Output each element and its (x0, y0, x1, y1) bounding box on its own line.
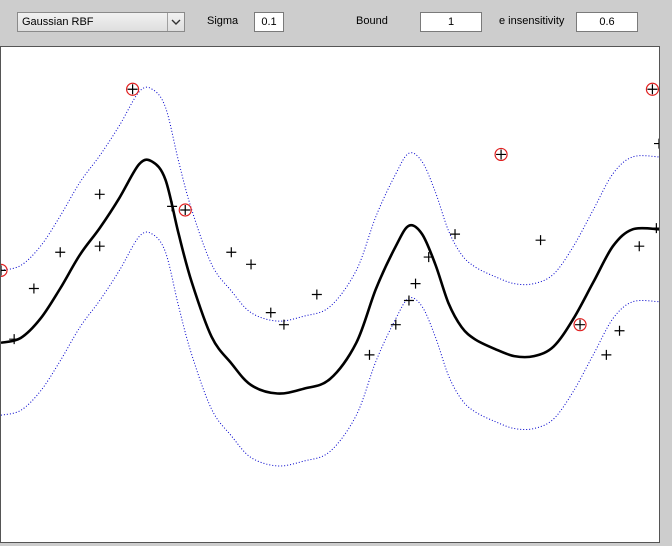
data-point (601, 349, 612, 360)
data-point (364, 349, 375, 360)
data-point-marker (127, 84, 138, 95)
data-point-marker (601, 349, 612, 360)
data-point-marker (403, 295, 414, 306)
sigma-label: Sigma (207, 15, 239, 27)
data-point-marker (180, 204, 191, 215)
data-point (226, 247, 237, 258)
data-point-marker (167, 201, 178, 212)
data-point-marker (390, 319, 401, 330)
support-vector-point (573, 318, 587, 332)
data-point (535, 235, 546, 246)
data-point (403, 295, 414, 306)
data-point-marker (246, 259, 257, 270)
data-point-marker (311, 289, 322, 300)
data-point-marker (364, 349, 375, 360)
chevron-down-icon[interactable] (167, 13, 184, 31)
epsilon-field[interactable]: 0.6 (576, 12, 638, 32)
data-point (311, 289, 322, 300)
upper-bound-line (1, 86, 659, 322)
sigma-field[interactable]: 0.1 (254, 12, 284, 32)
data-point-marker (94, 241, 105, 252)
toolbar: Gaussian RBF Sigma 0.1 Bound 1 e insensi… (0, 0, 672, 46)
data-point-marker (410, 278, 421, 289)
data-point (410, 278, 421, 289)
bound-field[interactable]: 1 (420, 12, 482, 32)
data-point (390, 319, 401, 330)
data-point (614, 325, 625, 336)
data-point (651, 223, 659, 234)
support-vector-point (178, 203, 192, 217)
kernel-select[interactable]: Gaussian RBF (17, 12, 185, 32)
data-point-marker (94, 189, 105, 200)
data-point-marker (450, 229, 461, 240)
data-point-marker (55, 247, 66, 258)
epsilon-label: e insensitivity (499, 15, 565, 27)
support-vector-point (494, 147, 508, 162)
regression-plot[interactable] (1, 47, 659, 542)
data-point (167, 201, 178, 212)
plot-area[interactable] (0, 46, 660, 543)
data-point (94, 189, 105, 200)
data-point-marker (226, 247, 237, 258)
data-point (94, 241, 105, 252)
data-point-marker (278, 319, 289, 330)
data-point (450, 229, 461, 240)
data-point-marker (496, 149, 507, 160)
data-point-marker (575, 319, 586, 330)
kernel-select-value: Gaussian RBF (22, 16, 94, 28)
bound-label: Bound (356, 15, 388, 27)
data-point (634, 241, 645, 252)
data-point (246, 259, 257, 270)
data-point-marker (651, 223, 659, 234)
data-point-marker (614, 325, 625, 336)
data-point (654, 138, 659, 149)
data-point-marker (654, 138, 659, 149)
data-point-marker (634, 241, 645, 252)
data-point-marker (28, 283, 39, 294)
data-point (28, 283, 39, 294)
data-point-marker (265, 307, 276, 318)
support-vector-point (645, 82, 659, 96)
support-vector-point (1, 263, 8, 277)
data-point (55, 247, 66, 258)
support-vector-point (126, 82, 140, 96)
data-point-marker (647, 84, 658, 95)
data-point-marker (535, 235, 546, 246)
data-point (278, 319, 289, 330)
data-point (265, 307, 276, 318)
